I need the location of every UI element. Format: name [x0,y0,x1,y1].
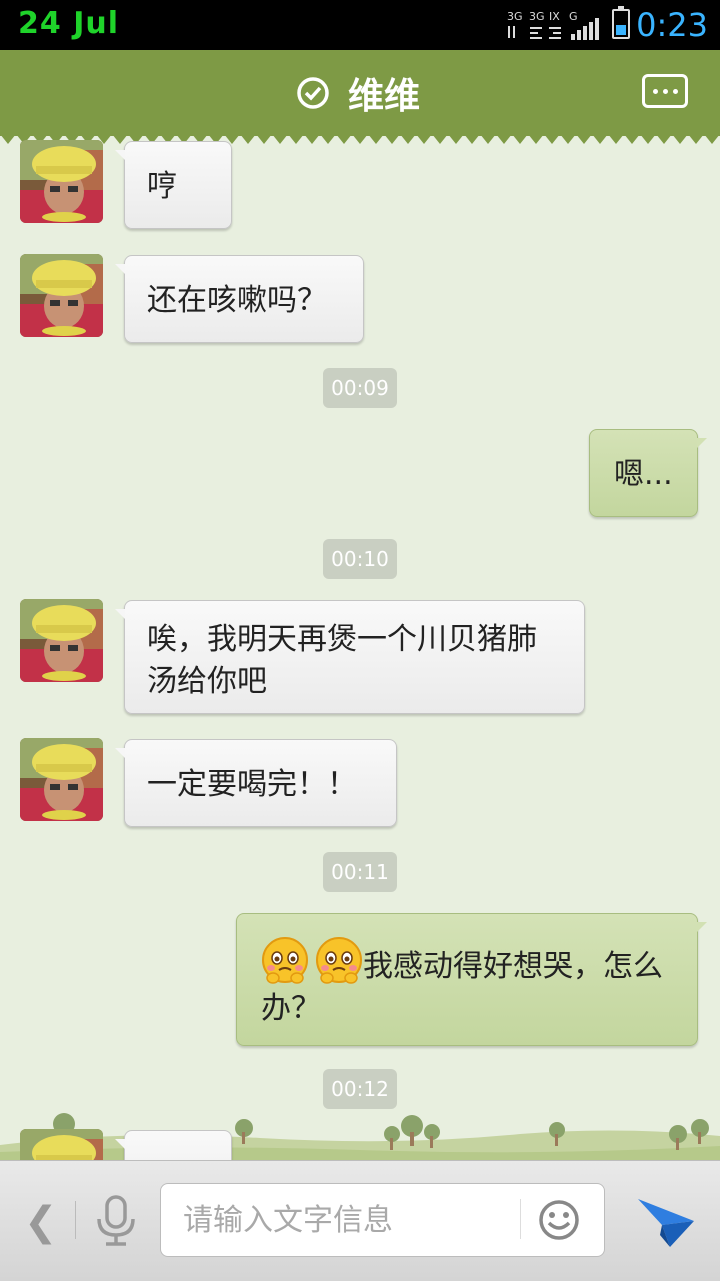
crying-face-emoji-icon [316,937,362,984]
divider [75,1201,76,1239]
signal-label: IX [549,10,560,23]
timestamp: 00:11 [323,852,397,892]
incoming-message[interactable]: 唉，我明天再煲一个川贝猪肺汤给你吧 [115,600,585,714]
crying-face-emoji-icon [262,937,308,984]
avatar[interactable] [20,1129,103,1160]
more-options-button[interactable] [642,74,688,108]
signal-label: 3G [529,10,545,23]
timestamp: 00:09 [323,368,397,408]
status-bar: 24 Jul 3G 3G IX G 0:23 [0,0,720,50]
outgoing-message[interactable]: 我感动得好想哭，怎么办？ [236,913,707,1046]
signal-icon: 3G 3G IX G [507,10,599,40]
message-text: 唉，我明天再煲一个川贝猪肺汤给你吧 [147,622,537,699]
chat-header: 维维 [0,50,720,144]
message-text: 还在咳嗽吗？ [147,283,327,318]
battery-icon [612,6,630,39]
title-group: 维维 [296,70,421,117]
timestamp: 00:10 [323,539,397,579]
incoming-message[interactable] [115,1130,232,1160]
avatar[interactable] [20,254,103,337]
signal-label: 3G [507,10,523,23]
message-list[interactable]: 哼 还在咳嗽吗？ 00:09 嗯... 00:10 唉，我明天再煲一个川贝猪肺汤… [0,136,720,1160]
send-icon[interactable] [636,1195,696,1249]
incoming-message[interactable]: 哼 [115,141,232,229]
signal-label: G [569,10,578,23]
smiley-icon[interactable] [538,1199,580,1241]
message-text: 哼 [147,169,177,204]
landscape-decoration [0,1113,720,1160]
avatar[interactable] [20,738,103,821]
status-time: 0:23 [636,6,708,44]
chevron-left-icon[interactable]: ❮ [24,1199,58,1245]
input-bar: ❮ [0,1160,720,1281]
contact-name: 维维 [348,76,421,117]
incoming-message[interactable]: 一定要喝完！！ [115,739,397,827]
divider [520,1199,521,1239]
message-text: 一定要喝完！！ [147,767,357,802]
status-date: 24 Jul [18,6,119,41]
outgoing-message[interactable]: 嗯... [589,429,707,517]
microphone-icon[interactable] [94,1195,138,1247]
check-circle-icon [297,77,329,109]
more-options-icon [652,88,658,94]
avatar[interactable] [20,599,103,682]
incoming-message[interactable]: 还在咳嗽吗？ [115,255,364,343]
message-text: 嗯... [614,457,673,492]
avatar[interactable] [20,140,103,223]
